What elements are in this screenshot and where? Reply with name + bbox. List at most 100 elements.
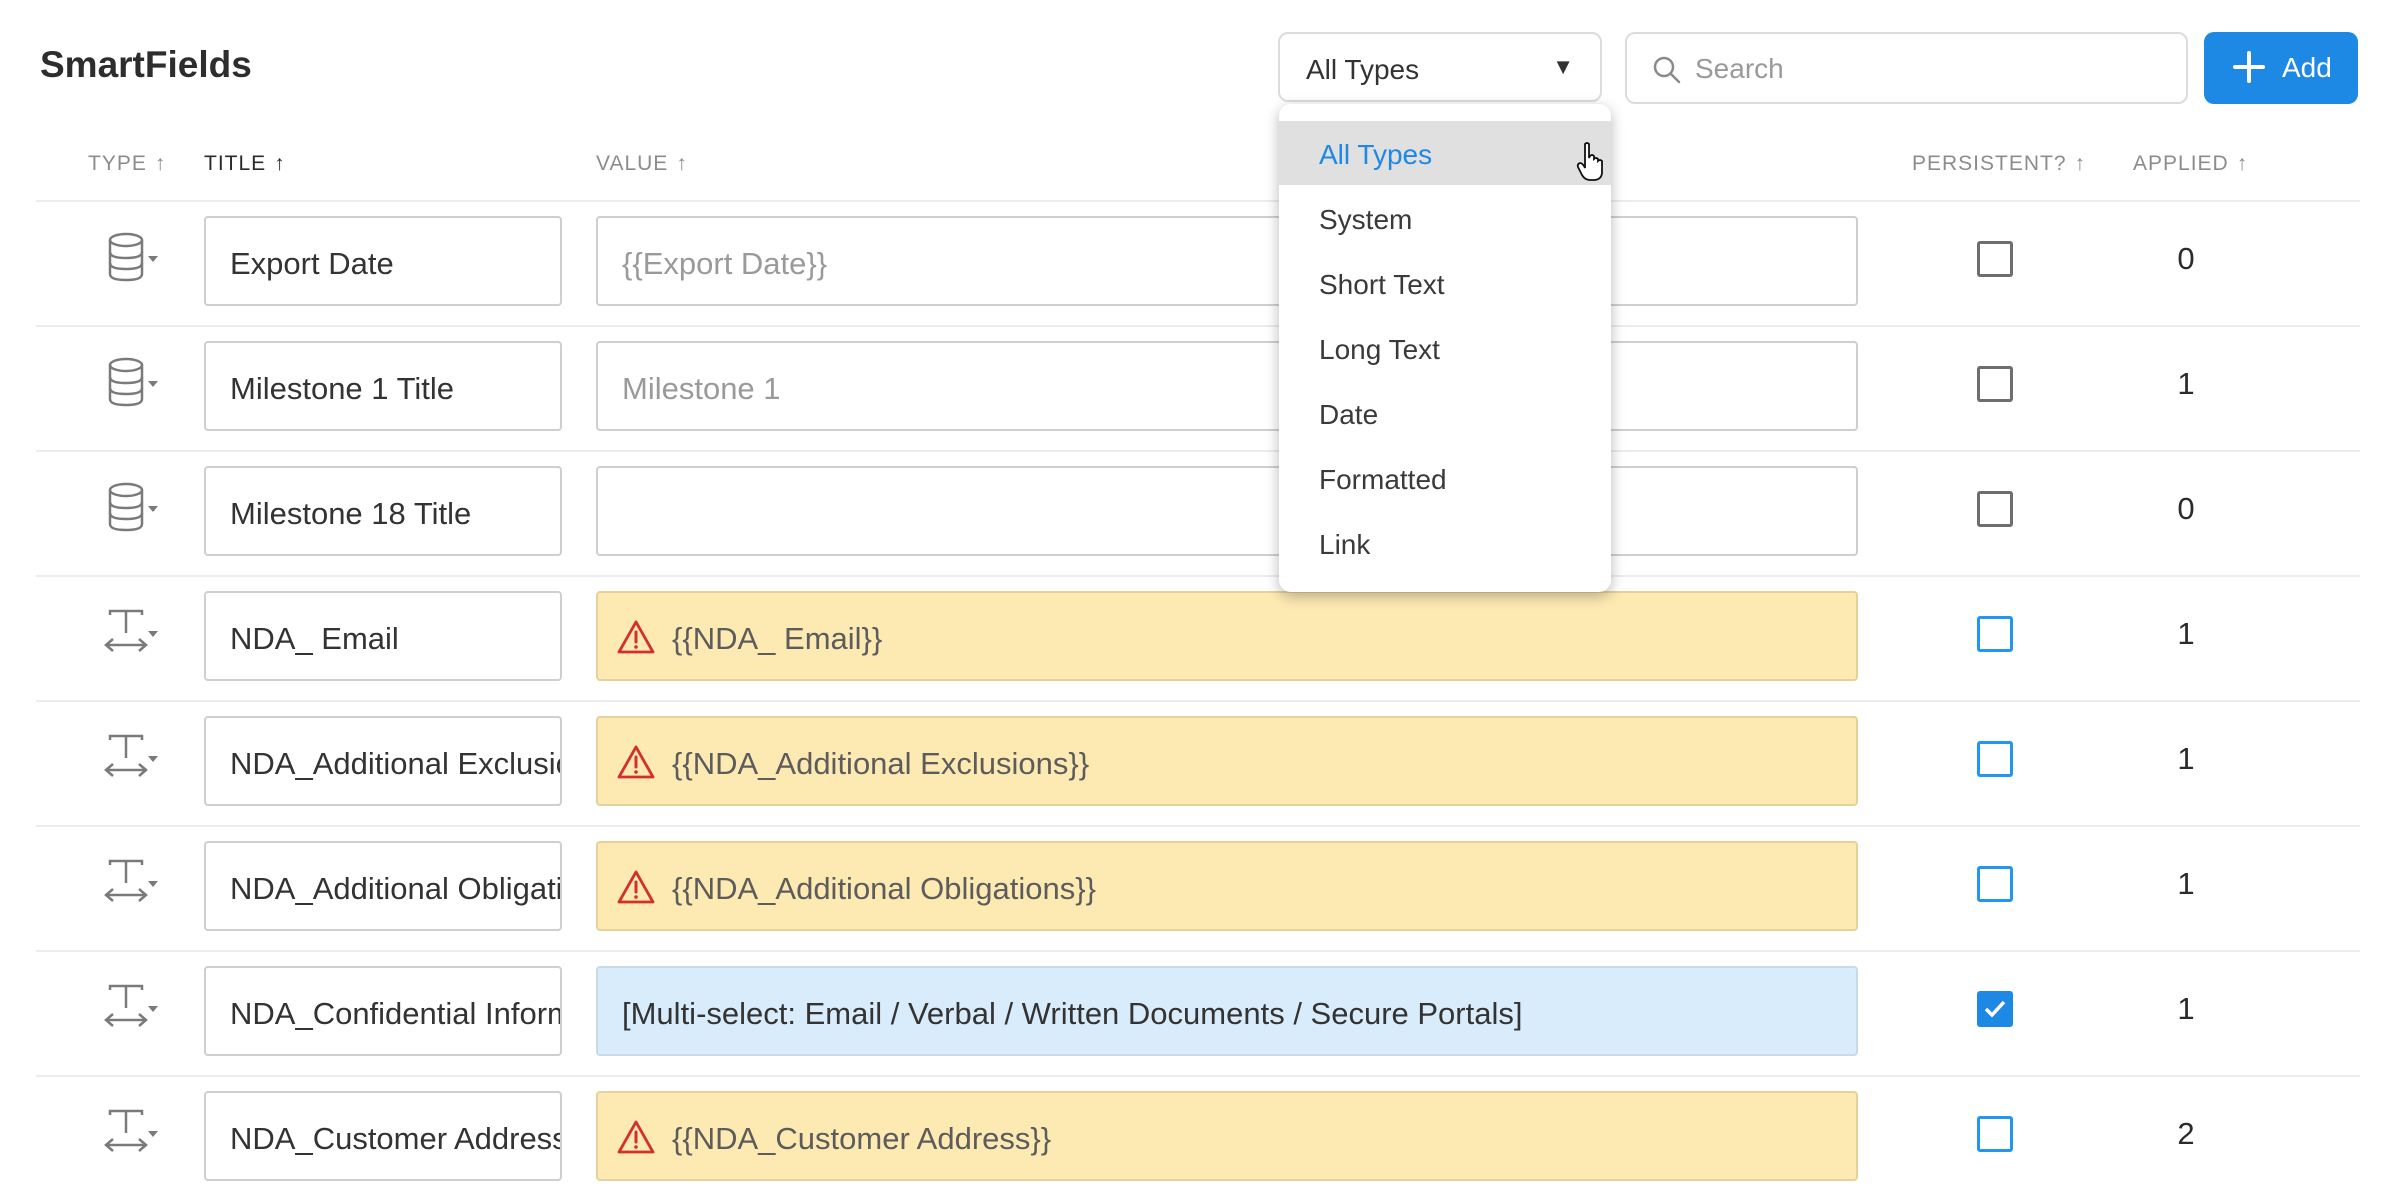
persistent-checkbox[interactable] [1977, 1116, 2013, 1152]
title-field[interactable]: NDA_ Email [204, 591, 562, 681]
text-width-icon [104, 734, 158, 777]
value-field-text: [Multi-select: Email / Verbal / Written … [622, 996, 1523, 1031]
value-field[interactable]: {{NDA_Additional Exclusions}} [596, 716, 1858, 806]
dropdown-option-long-text[interactable]: Long Text [1279, 316, 1611, 380]
dropdown-option-label: Formatted [1319, 464, 1447, 495]
text-width-icon [104, 984, 158, 1027]
column-header-applied-label: APPLIED [2133, 152, 2229, 175]
page-title: SmartFields [40, 44, 252, 85]
applied-count: 1 [2177, 741, 2195, 776]
applied-count: 1 [2177, 866, 2195, 901]
applied-count: 1 [2177, 616, 2195, 651]
value-field[interactable] [596, 466, 1858, 556]
dropdown-option-link[interactable]: Link [1279, 511, 1611, 575]
dropdown-option-date[interactable]: Date [1279, 381, 1611, 445]
column-header-title[interactable]: TITLE ↑ [204, 152, 286, 176]
type-selector[interactable] [102, 478, 166, 538]
search-icon [1653, 56, 1681, 84]
title-field[interactable]: Milestone 1 Title [204, 341, 562, 431]
title-field-text: NDA_Confidential Information [230, 996, 560, 1031]
column-header-applied[interactable]: APPLIED ↑ [2133, 152, 2248, 176]
warning-icon [617, 620, 655, 654]
type-selector[interactable] [102, 853, 166, 913]
dropdown-option-formatted[interactable]: Formatted [1279, 446, 1611, 510]
database-icon [108, 232, 158, 282]
type-selector[interactable] [102, 728, 166, 788]
applied-count: 0 [2177, 241, 2195, 276]
title-field-text: NDA_Additional Obligations [230, 871, 562, 906]
persistent-checkbox[interactable] [1977, 741, 2013, 777]
type-selector[interactable] [102, 603, 166, 663]
add-button[interactable]: Add [2204, 32, 2358, 104]
value-field-text: {{NDA_Customer Address}} [672, 1121, 1052, 1156]
search-box[interactable] [1625, 32, 2188, 104]
applied-count: 0 [2177, 491, 2195, 526]
persistent-checkbox[interactable] [1977, 491, 2013, 527]
title-field[interactable]: NDA_Confidential Information [204, 966, 562, 1056]
sort-arrow-icon: ↑ [154, 152, 167, 175]
text-width-icon [104, 1109, 158, 1152]
table-row: NDA_Confidential Information [Multi-selec… [36, 950, 2360, 1074]
dropdown-option-label: Short Text [1319, 269, 1445, 300]
search-input[interactable] [1693, 48, 2167, 90]
type-selector[interactable] [102, 1103, 166, 1163]
title-field-text: NDA_Additional Exclusions [230, 746, 560, 781]
value-field[interactable]: {{NDA_Customer Address}} [596, 1091, 1858, 1181]
type-selector[interactable] [102, 228, 166, 288]
dropdown-option-system[interactable]: System [1279, 186, 1611, 250]
warning-icon [617, 870, 655, 904]
checkmark-icon [1984, 1000, 2006, 1018]
applied-count: 1 [2177, 366, 2195, 401]
sort-arrow-icon: ↑ [2074, 152, 2087, 175]
value-field-text: {{Export Date}} [622, 246, 828, 281]
title-field[interactable]: NDA_Customer Address [204, 1091, 562, 1181]
title-field[interactable]: Milestone 18 Title [204, 466, 562, 556]
title-field[interactable]: NDA_Additional Obligations [204, 841, 562, 931]
dropdown-option-label: Link [1319, 529, 1371, 560]
column-header-persistent[interactable]: PERSISTENT? ↑ [1912, 152, 2086, 176]
type-selector[interactable] [102, 978, 166, 1038]
value-field[interactable]: {{NDA_ Email}} [596, 591, 1858, 681]
value-field[interactable]: {{NDA_Additional Obligations}} [596, 841, 1858, 931]
sort-arrow-icon: ↑ [2236, 152, 2249, 175]
type-filter-dropdown: All Types System Short Text Long Text Date Fo… [1279, 104, 1611, 592]
type-selector[interactable] [102, 353, 166, 413]
value-field[interactable]: Milestone 1 [596, 341, 1858, 431]
plus-icon [2233, 51, 2265, 83]
title-field-text: Milestone 18 Title [230, 496, 472, 531]
column-header-value[interactable]: VALUE ↑ [596, 152, 688, 176]
column-header-persistent-label: PERSISTENT? [1912, 152, 2067, 175]
persistent-checkbox[interactable] [1977, 991, 2013, 1027]
title-field-text: NDA_Customer Address [230, 1121, 562, 1156]
type-filter-select[interactable]: All Types ▼ [1278, 32, 1602, 102]
table-row: Milestone 18 Title 0 [36, 450, 2360, 574]
column-header-value-label: VALUE [596, 152, 669, 175]
table-row: NDA_Additional Obligations {{NDA_Addition… [36, 825, 2360, 949]
warning-icon [617, 1120, 655, 1154]
title-field[interactable]: Export Date [204, 216, 562, 306]
table-row: NDA_Additional Exclusions {{NDA_Additiona… [36, 700, 2360, 824]
column-header-type[interactable]: TYPE ↑ [88, 152, 166, 176]
title-field-text: NDA_ Email [230, 621, 399, 656]
table-row: Milestone 1 Title Milestone 1 1 [36, 325, 2360, 449]
persistent-checkbox[interactable] [1977, 241, 2013, 277]
dropdown-option-label: Long Text [1319, 334, 1440, 365]
persistent-checkbox[interactable] [1977, 366, 2013, 402]
dropdown-option-all-types[interactable]: All Types [1279, 121, 1611, 185]
value-field[interactable]: {{Export Date}} [596, 216, 1858, 306]
persistent-checkbox[interactable] [1977, 616, 2013, 652]
warning-icon [617, 745, 655, 779]
text-width-icon [104, 859, 158, 902]
column-header-type-label: TYPE [88, 152, 147, 175]
dropdown-option-label: All Types [1319, 139, 1433, 170]
value-field[interactable]: [Multi-select: Email / Verbal / Written … [596, 966, 1858, 1056]
dropdown-option-short-text[interactable]: Short Text [1279, 251, 1611, 315]
title-field[interactable]: NDA_Additional Exclusions [204, 716, 562, 806]
caret-down-icon: ▼ [1552, 54, 1574, 79]
dropdown-option-label: Date [1319, 399, 1379, 430]
database-icon [108, 482, 158, 532]
text-width-icon [104, 609, 158, 652]
persistent-checkbox[interactable] [1977, 866, 2013, 902]
table-row: Export Date {{Export Date}} 0 [36, 200, 2360, 324]
table-row: NDA_ Email {{NDA_ Email}} 1 [36, 575, 2360, 699]
